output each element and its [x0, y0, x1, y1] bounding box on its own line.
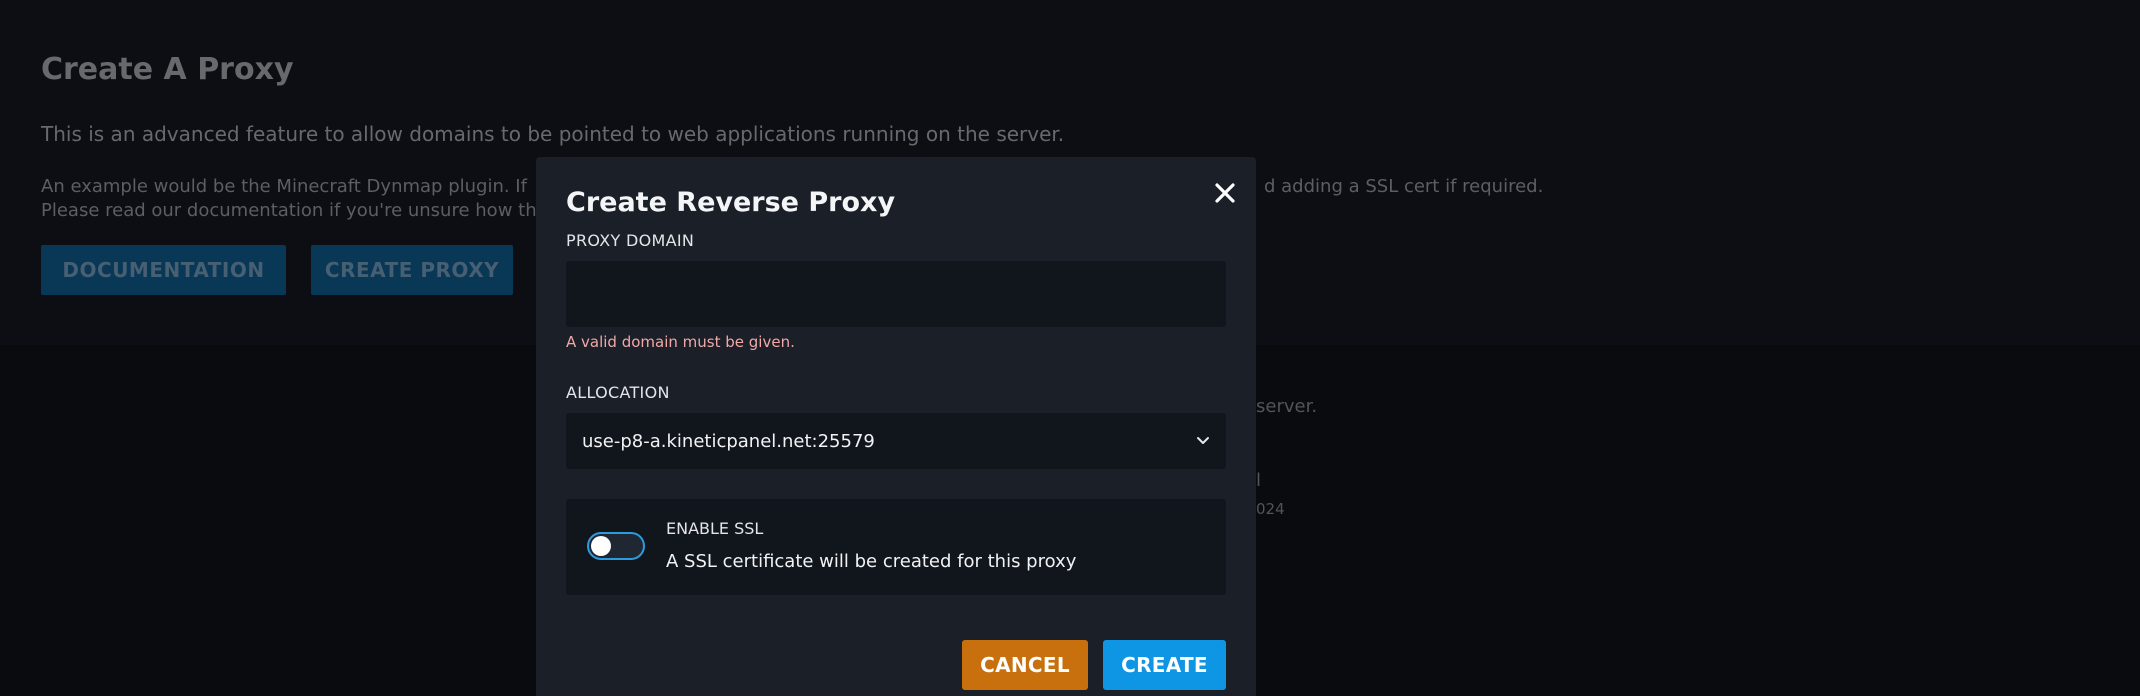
cancel-button[interactable]: CANCEL [962, 640, 1088, 690]
create-button[interactable]: CREATE [1103, 640, 1226, 690]
close-icon [1215, 183, 1235, 203]
proxy-domain-error: A valid domain must be given. [566, 333, 795, 351]
allocation-select[interactable]: use-p8-a.kineticpanel.net:25579 [566, 413, 1226, 469]
page: Create A Proxy This is an advanced featu… [0, 0, 2140, 696]
ssl-toggle[interactable] [587, 532, 645, 560]
create-reverse-proxy-modal: Create Reverse Proxy PROXY DOMAIN A vali… [536, 157, 1256, 696]
ssl-label: ENABLE SSL [666, 519, 764, 538]
allocation-label: ALLOCATION [566, 383, 670, 402]
ssl-description: A SSL certificate will be created for th… [666, 551, 1077, 572]
proxy-domain-input[interactable] [566, 261, 1226, 327]
toggle-knob [591, 536, 611, 556]
ssl-settings-panel: ENABLE SSL A SSL certificate will be cre… [566, 499, 1226, 595]
modal-title: Create Reverse Proxy [566, 187, 896, 218]
close-button[interactable] [1208, 176, 1242, 210]
proxy-domain-label: PROXY DOMAIN [566, 231, 695, 250]
chevron-down-icon [1197, 437, 1209, 444]
allocation-selected-value: use-p8-a.kineticpanel.net:25579 [582, 430, 875, 452]
